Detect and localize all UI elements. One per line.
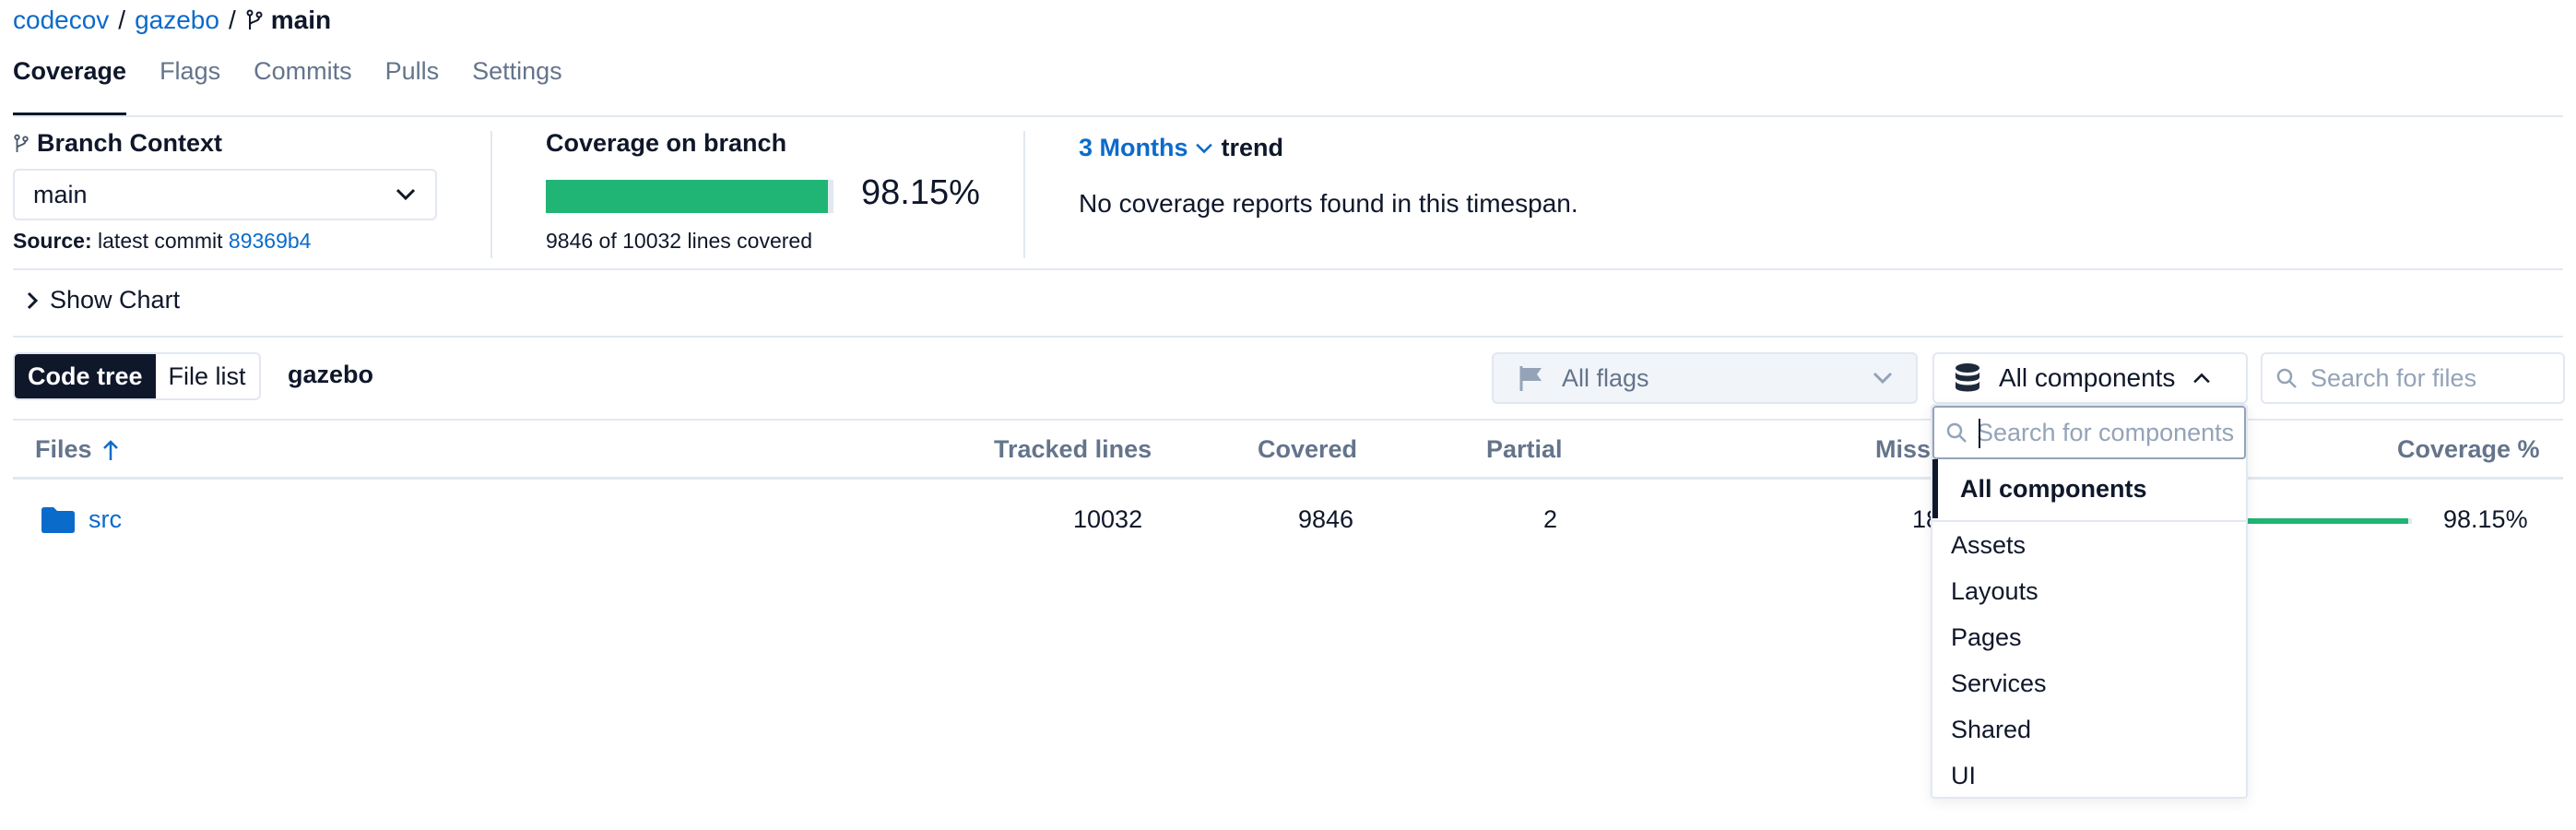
tab-commits[interactable]: Commits (254, 57, 352, 114)
breadcrumb-repo-link[interactable]: gazebo (135, 6, 219, 35)
coverage-percent-header[interactable]: Coverage % (2397, 435, 2540, 464)
coverage-bar-fill (546, 180, 829, 213)
component-option-assets[interactable]: Assets (1932, 522, 2246, 568)
arrow-up-icon (101, 438, 120, 462)
summary-divider (490, 131, 492, 258)
trend-label: trend (1221, 134, 1284, 161)
chevron-right-icon (26, 290, 39, 311)
trend-header: 3 Months trend (1079, 134, 1283, 162)
chevron-down-icon (1194, 142, 1214, 155)
components-select[interactable]: All components (1932, 352, 2248, 404)
folder-icon (41, 506, 76, 534)
files-header-label: Files (35, 435, 92, 463)
branch-icon (245, 9, 264, 31)
component-option-pages[interactable]: Pages (1932, 614, 2246, 660)
row-coverage-bar-fill (2231, 518, 2409, 524)
covered-header[interactable]: Covered (1258, 435, 1357, 464)
components-select-value: All components (1999, 363, 2176, 392)
search-files-placeholder: Search for files (2310, 363, 2477, 392)
tabs-divider (13, 115, 2563, 117)
code-tree-button[interactable]: Code tree (15, 354, 156, 398)
flag-icon (1516, 363, 1545, 393)
coverage-lines: 9846 of 10032 lines covered (546, 229, 812, 253)
show-chart-toggle[interactable]: Show Chart (26, 286, 180, 314)
component-option-shared[interactable]: Shared (1932, 706, 2246, 753)
coverage-percent: 98.15% (861, 173, 980, 212)
branch-context-label: Branch Context (37, 129, 223, 157)
chevron-down-icon (1872, 371, 1894, 385)
source-text: latest commit (98, 229, 223, 253)
components-dropdown: All components Assets Layouts Pages Serv… (1931, 404, 2248, 799)
tree-path-root: gazebo (288, 361, 374, 388)
components-search[interactable] (1932, 406, 2246, 459)
component-option-services[interactable]: Services (1932, 660, 2246, 706)
component-option-all[interactable]: All components (1932, 459, 2246, 518)
components-search-input[interactable] (1977, 418, 2235, 447)
coverage-title: Coverage on branch (546, 129, 787, 157)
summary-divider (1023, 131, 1025, 258)
component-option-ui[interactable]: UI (1932, 753, 2246, 799)
component-option-layouts[interactable]: Layouts (1932, 568, 2246, 614)
file-list-button[interactable]: File list (156, 354, 259, 398)
repo-tabs: Coverage Flags Commits Pulls Settings (13, 57, 562, 117)
commit-link[interactable]: 89369b4 (229, 229, 312, 253)
branch-icon (13, 134, 30, 154)
covered-cell: 9846 (1298, 505, 1354, 533)
search-files-input[interactable]: Search for files (2261, 352, 2565, 404)
view-toggle: Code tree File list (13, 352, 261, 400)
search-icon (1945, 421, 1967, 444)
branch-context-title: Branch Context (13, 129, 222, 158)
chevron-up-icon (2192, 372, 2212, 385)
trend-range-label: 3 Months (1079, 134, 1188, 161)
database-icon (1953, 362, 1982, 395)
tracked-lines-cell: 10032 (1073, 505, 1143, 533)
folder-link[interactable]: src (41, 505, 122, 534)
tab-coverage[interactable]: Coverage (13, 57, 127, 117)
text-cursor (1979, 419, 1980, 448)
trend-range-select[interactable]: 3 Months (1079, 134, 1214, 162)
breadcrumb-separator: / (228, 6, 236, 34)
branch-select[interactable]: main (13, 169, 437, 220)
tab-settings[interactable]: Settings (472, 57, 562, 114)
missed-header[interactable]: Miss (1875, 435, 1931, 464)
chevron-down-icon (395, 187, 417, 202)
flags-select[interactable]: All flags (1492, 352, 1918, 404)
source-info: Source: latest commit 89369b4 (13, 229, 311, 254)
breadcrumb-branch-label: main (270, 6, 332, 34)
tab-flags[interactable]: Flags (160, 57, 220, 114)
breadcrumb: codecov / gazebo / main (13, 2, 331, 39)
breadcrumb-branch: main (245, 6, 331, 35)
search-icon (2275, 367, 2298, 389)
tab-pulls[interactable]: Pulls (385, 57, 440, 114)
coverage-cell: 98.15% (2443, 505, 2528, 533)
section-divider (13, 268, 2563, 270)
partial-header[interactable]: Partial (1486, 435, 1563, 464)
files-column-header[interactable]: Files (35, 435, 120, 464)
section-divider (13, 336, 2563, 338)
breadcrumb-separator: / (118, 6, 126, 34)
source-label: Source: (13, 229, 92, 253)
partial-cell: 2 (1543, 505, 1558, 533)
branch-select-value: main (33, 180, 88, 208)
tracked-lines-header[interactable]: Tracked lines (994, 435, 1152, 464)
breadcrumb-org-link[interactable]: codecov (13, 6, 109, 35)
folder-name: src (89, 505, 122, 533)
flags-select-value: All flags (1562, 363, 1649, 392)
trend-empty-message: No coverage reports found in this timesp… (1079, 189, 1578, 218)
show-chart-label: Show Chart (50, 286, 181, 314)
